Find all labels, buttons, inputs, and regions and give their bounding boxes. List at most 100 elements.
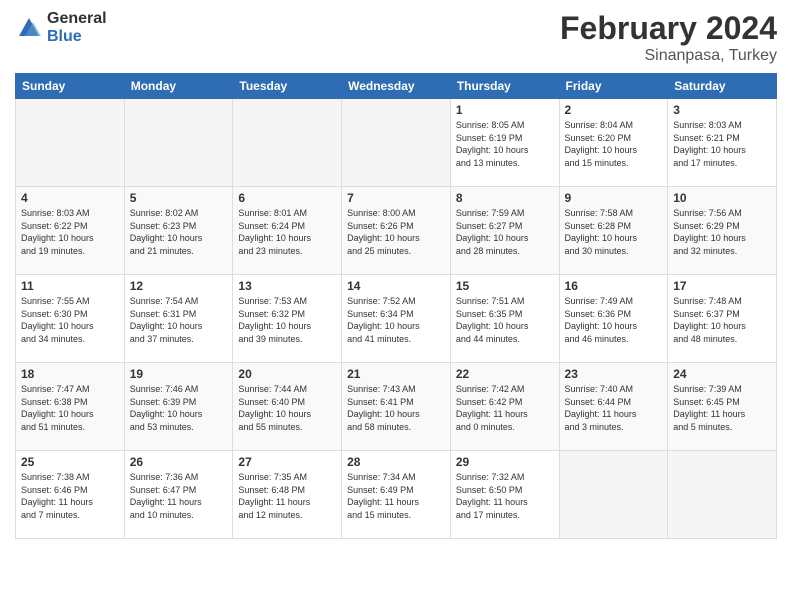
day-number: 25	[21, 455, 119, 469]
calendar-header: SundayMondayTuesdayWednesdayThursdayFrid…	[16, 74, 777, 99]
day-number: 11	[21, 279, 119, 293]
day-info: Sunrise: 7:43 AMSunset: 6:41 PMDaylight:…	[347, 383, 445, 433]
day-number: 13	[238, 279, 336, 293]
day-info: Sunrise: 8:00 AMSunset: 6:26 PMDaylight:…	[347, 207, 445, 257]
day-cell: 6 Sunrise: 8:01 AMSunset: 6:24 PMDaylight…	[233, 187, 342, 275]
day-info: Sunrise: 8:03 AMSunset: 6:22 PMDaylight:…	[21, 207, 119, 257]
day-cell	[16, 99, 125, 187]
day-number: 19	[130, 367, 228, 381]
calendar-title: February 2024	[560, 10, 777, 47]
day-info: Sunrise: 7:47 AMSunset: 6:38 PMDaylight:…	[21, 383, 119, 433]
day-info: Sunrise: 7:40 AMSunset: 6:44 PMDaylight:…	[565, 383, 663, 433]
day-info: Sunrise: 7:52 AMSunset: 6:34 PMDaylight:…	[347, 295, 445, 345]
day-info: Sunrise: 7:53 AMSunset: 6:32 PMDaylight:…	[238, 295, 336, 345]
day-info: Sunrise: 8:02 AMSunset: 6:23 PMDaylight:…	[130, 207, 228, 257]
day-info: Sunrise: 7:48 AMSunset: 6:37 PMDaylight:…	[673, 295, 771, 345]
day-info: Sunrise: 7:59 AMSunset: 6:27 PMDaylight:…	[456, 207, 554, 257]
day-info: Sunrise: 7:56 AMSunset: 6:29 PMDaylight:…	[673, 207, 771, 257]
day-cell	[559, 451, 668, 539]
day-cell: 1Sunrise: 8:05 AMSunset: 6:19 PMDaylight…	[450, 99, 559, 187]
calendar-page: General Blue February 2024 Sinanpasa, Tu…	[0, 0, 792, 612]
day-cell: 10 Sunrise: 7:56 AMSunset: 6:29 PMDayligh…	[668, 187, 777, 275]
header-row: SundayMondayTuesdayWednesdayThursdayFrid…	[16, 74, 777, 99]
day-number: 14	[347, 279, 445, 293]
day-info: Sunrise: 7:36 AMSunset: 6:47 PMDaylight:…	[130, 471, 228, 521]
day-number: 27	[238, 455, 336, 469]
day-info: Sunrise: 7:55 AMSunset: 6:30 PMDaylight:…	[21, 295, 119, 345]
logo-text: General Blue	[47, 10, 107, 45]
day-header-monday: Monday	[124, 74, 233, 99]
day-number: 1	[456, 103, 554, 117]
day-number: 22	[456, 367, 554, 381]
day-cell: 20 Sunrise: 7:44 AMSunset: 6:40 PMDayligh…	[233, 363, 342, 451]
day-number: 16	[565, 279, 663, 293]
day-cell: 18Sunrise: 7:47 AMSunset: 6:38 PMDayligh…	[16, 363, 125, 451]
week-row-3: 11 Sunrise: 7:55 AMSunset: 6:30 PMDayligh…	[16, 275, 777, 363]
day-number: 28	[347, 455, 445, 469]
day-number: 23	[565, 367, 663, 381]
day-info: Sunrise: 7:42 AMSunset: 6:42 PMDaylight:…	[456, 383, 554, 433]
day-number: 8	[456, 191, 554, 205]
day-cell: 4Sunrise: 8:03 AMSunset: 6:22 PMDaylight…	[16, 187, 125, 275]
day-cell: 15Sunrise: 7:51 AMSunset: 6:35 PMDayligh…	[450, 275, 559, 363]
day-number: 9	[565, 191, 663, 205]
day-info: Sunrise: 8:04 AMSunset: 6:20 PMDaylight:…	[565, 119, 663, 169]
day-info: Sunrise: 7:49 AMSunset: 6:36 PMDaylight:…	[565, 295, 663, 345]
header: General Blue February 2024 Sinanpasa, Tu…	[15, 10, 777, 65]
logo: General Blue	[15, 10, 107, 45]
day-info: Sunrise: 7:44 AMSunset: 6:40 PMDaylight:…	[238, 383, 336, 433]
day-number: 2	[565, 103, 663, 117]
day-header-saturday: Saturday	[668, 74, 777, 99]
logo-blue: Blue	[47, 28, 107, 46]
day-info: Sunrise: 7:35 AMSunset: 6:48 PMDaylight:…	[238, 471, 336, 521]
day-cell	[233, 99, 342, 187]
logo-general: General	[47, 10, 107, 28]
calendar-body: 1Sunrise: 8:05 AMSunset: 6:19 PMDaylight…	[16, 99, 777, 539]
day-number: 6	[238, 191, 336, 205]
day-info: Sunrise: 7:38 AMSunset: 6:46 PMDaylight:…	[21, 471, 119, 521]
day-cell: 19 Sunrise: 7:46 AMSunset: 6:39 PMDayligh…	[124, 363, 233, 451]
day-header-friday: Friday	[559, 74, 668, 99]
day-cell: 12Sunrise: 7:54 AMSunset: 6:31 PMDayligh…	[124, 275, 233, 363]
title-block: February 2024 Sinanpasa, Turkey	[560, 10, 777, 65]
calendar-subtitle: Sinanpasa, Turkey	[560, 47, 777, 65]
day-info: Sunrise: 7:46 AMSunset: 6:39 PMDaylight:…	[130, 383, 228, 433]
day-cell: 21 Sunrise: 7:43 AMSunset: 6:41 PMDayligh…	[342, 363, 451, 451]
day-info: Sunrise: 7:39 AMSunset: 6:45 PMDaylight:…	[673, 383, 771, 433]
day-header-thursday: Thursday	[450, 74, 559, 99]
day-number: 21	[347, 367, 445, 381]
day-info: Sunrise: 8:01 AMSunset: 6:24 PMDaylight:…	[238, 207, 336, 257]
day-info: Sunrise: 7:58 AMSunset: 6:28 PMDaylight:…	[565, 207, 663, 257]
day-number: 10	[673, 191, 771, 205]
day-cell: 3Sunrise: 8:03 AMSunset: 6:21 PMDaylight…	[668, 99, 777, 187]
day-cell: 16 Sunrise: 7:49 AMSunset: 6:36 PMDayligh…	[559, 275, 668, 363]
day-info: Sunrise: 7:54 AMSunset: 6:31 PMDaylight:…	[130, 295, 228, 345]
day-number: 20	[238, 367, 336, 381]
day-cell: 27 Sunrise: 7:35 AMSunset: 6:48 PMDayligh…	[233, 451, 342, 539]
day-cell	[342, 99, 451, 187]
calendar-table: SundayMondayTuesdayWednesdayThursdayFrid…	[15, 73, 777, 539]
day-info: Sunrise: 7:34 AMSunset: 6:49 PMDaylight:…	[347, 471, 445, 521]
day-cell: 8 Sunrise: 7:59 AMSunset: 6:27 PMDaylight…	[450, 187, 559, 275]
week-row-2: 4Sunrise: 8:03 AMSunset: 6:22 PMDaylight…	[16, 187, 777, 275]
day-cell: 23 Sunrise: 7:40 AMSunset: 6:44 PMDayligh…	[559, 363, 668, 451]
day-cell: 13 Sunrise: 7:53 AMSunset: 6:32 PMDayligh…	[233, 275, 342, 363]
day-cell: 11 Sunrise: 7:55 AMSunset: 6:30 PMDayligh…	[16, 275, 125, 363]
week-row-5: 25 Sunrise: 7:38 AMSunset: 6:46 PMDayligh…	[16, 451, 777, 539]
day-cell: 25 Sunrise: 7:38 AMSunset: 6:46 PMDayligh…	[16, 451, 125, 539]
day-cell: 7 Sunrise: 8:00 AMSunset: 6:26 PMDaylight…	[342, 187, 451, 275]
day-number: 15	[456, 279, 554, 293]
logo-icon	[15, 14, 43, 42]
day-cell: 5Sunrise: 8:02 AMSunset: 6:23 PMDaylight…	[124, 187, 233, 275]
day-number: 7	[347, 191, 445, 205]
day-number: 17	[673, 279, 771, 293]
day-cell	[124, 99, 233, 187]
day-cell: 17 Sunrise: 7:48 AMSunset: 6:37 PMDayligh…	[668, 275, 777, 363]
day-cell: 28 Sunrise: 7:34 AMSunset: 6:49 PMDayligh…	[342, 451, 451, 539]
day-cell: 29Sunrise: 7:32 AMSunset: 6:50 PMDayligh…	[450, 451, 559, 539]
day-number: 26	[130, 455, 228, 469]
day-cell: 9 Sunrise: 7:58 AMSunset: 6:28 PMDaylight…	[559, 187, 668, 275]
day-cell: 24 Sunrise: 7:39 AMSunset: 6:45 PMDayligh…	[668, 363, 777, 451]
day-number: 24	[673, 367, 771, 381]
day-cell	[668, 451, 777, 539]
